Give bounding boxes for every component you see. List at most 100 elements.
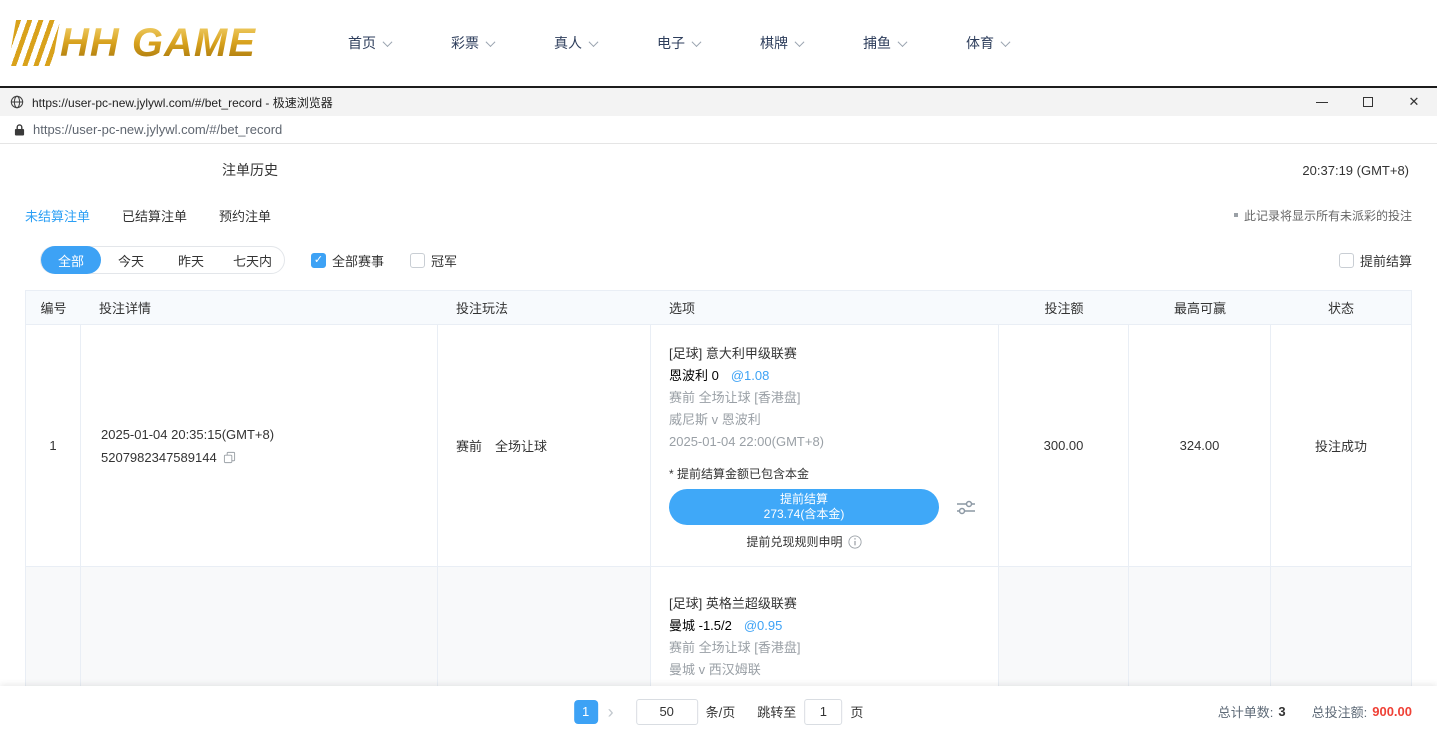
nav-item-label: 首页 <box>348 33 376 53</box>
record-note-text: 此记录将显示所有未派彩的投注 <box>1244 207 1412 224</box>
chevron-down-icon <box>383 37 393 47</box>
match-time: 2025-01-04 22:00(GMT+8) <box>669 431 986 453</box>
sliders-icon[interactable] <box>955 498 977 516</box>
nav-item-lottery[interactable]: 彩票 <box>451 33 494 53</box>
copy-icon[interactable] <box>223 451 236 464</box>
page-number-button[interactable]: 1 <box>574 700 598 724</box>
date-pill-yesterday[interactable]: 昨天 <box>161 246 221 274</box>
chevron-down-icon <box>692 37 702 47</box>
page-size-input[interactable] <box>636 699 698 725</box>
tab-reserved[interactable]: 预约注单 <box>219 206 271 225</box>
info-icon[interactable] <box>848 535 862 549</box>
bet-no: 1 <box>26 325 81 566</box>
nav-item-fishing[interactable]: 捕鱼 <box>863 33 906 53</box>
page-content: 注单历史 20:37:19 (GMT+8) 未结算注单 已结算注单 预约注单 此… <box>0 144 1437 737</box>
date-pill-7days[interactable]: 七天内 <box>221 246 284 274</box>
league-name: [足球] 英格兰超级联赛 <box>669 593 986 615</box>
checkbox-checked-icon: ✓ <box>311 253 326 268</box>
checkbox-unchecked-icon <box>1339 253 1354 268</box>
table-row: 1 2025-01-04 20:35:15(GMT+8) 52079823475… <box>26 325 1411 567</box>
bet-time: 2025-01-04 20:35:15(GMT+8) <box>101 427 437 442</box>
nav-item-label: 体育 <box>966 33 994 53</box>
bets-table: 编号 投注详情 投注玩法 选项 投注额 最高可赢 状态 1 2025-01-04… <box>25 290 1412 737</box>
all-events-label: 全部赛事 <box>332 251 384 270</box>
early-settle-checkbox[interactable]: 提前结算 <box>1339 251 1412 270</box>
date-pill-all[interactable]: 全部 <box>41 246 101 274</box>
bet-detail-cell: 2025-01-04 20:35:15(GMT+8) 5207982347589… <box>81 325 438 566</box>
tab-settled[interactable]: 已结算注单 <box>122 206 187 225</box>
header-detail: 投注详情 <box>81 291 438 324</box>
nav-item-live[interactable]: 真人 <box>554 33 597 53</box>
page-title: 注单历史 <box>222 160 278 180</box>
header-play: 投注玩法 <box>438 291 651 324</box>
nav-item-electronic[interactable]: 电子 <box>657 33 700 53</box>
record-note: 此记录将显示所有未派彩的投注 <box>1234 207 1412 224</box>
maximize-button[interactable] <box>1345 88 1391 116</box>
champion-checkbox[interactable]: 冠军 <box>410 251 457 270</box>
globe-icon <box>10 95 24 109</box>
minimize-icon <box>1316 102 1328 103</box>
header-option: 选项 <box>651 291 999 324</box>
current-time: 20:37:19 (GMT+8) <box>1302 163 1409 178</box>
nav-item-chess[interactable]: 棋牌 <box>760 33 803 53</box>
close-icon: ✕ <box>1409 94 1420 110</box>
early-settle-label: 提前结算 <box>1360 251 1412 270</box>
total-count-value: 3 <box>1278 704 1285 719</box>
tabs: 未结算注单 已结算注单 预约注单 <box>25 206 271 225</box>
window-title: https://user-pc-new.jylywl.com/#/bet_rec… <box>32 94 1299 111</box>
bet-amount: 300.00 <box>999 325 1129 566</box>
nav-item-sports[interactable]: 体育 <box>966 33 1009 53</box>
next-page-icon[interactable]: › <box>608 703 614 721</box>
bet-option-cell: [足球] 意大利甲级联赛 恩波利 0 @1.08 赛前 全场让球 [香港盘] 威… <box>651 325 999 566</box>
tabs-row: 未结算注单 已结算注单 预约注单 此记录将显示所有未派彩的投注 <box>0 202 1437 228</box>
max-win: 324.00 <box>1129 325 1271 566</box>
url-text: https://user-pc-new.jylywl.com/#/bet_rec… <box>33 122 282 137</box>
logo-stripes-icon <box>8 20 60 66</box>
match-name: 威尼斯 v 恩波利 <box>669 409 986 431</box>
minimize-button[interactable] <box>1299 88 1345 116</box>
chevron-down-icon <box>1001 37 1011 47</box>
market-type: 赛前 全场让球 [香港盘] <box>669 637 986 659</box>
market-type: 赛前 全场让球 [香港盘] <box>669 387 986 409</box>
date-pill-today[interactable]: 今天 <box>101 246 161 274</box>
close-button[interactable]: ✕ <box>1391 88 1437 116</box>
pick-name: 曼城 -1.5/2 <box>669 615 732 637</box>
checkbox-unchecked-icon <box>410 253 425 268</box>
total-amount-label: 总投注额: <box>1312 702 1368 721</box>
site-header: HH GAME 首页 彩票 真人 电子 棋牌 <box>0 0 1437 86</box>
pagination-controls: 1 › 条/页 跳转至 页 <box>574 699 864 725</box>
cashout-button[interactable]: 提前结算 273.74(含本金) <box>669 489 939 525</box>
jump-page-input[interactable] <box>804 699 842 725</box>
all-events-checkbox[interactable]: ✓ 全部赛事 <box>311 251 384 270</box>
odds-value: @1.08 <box>731 365 770 387</box>
bet-status: 投注成功 <box>1271 325 1411 566</box>
bet-play: 赛前 全场让球 <box>438 325 651 566</box>
chevron-down-icon <box>589 37 599 47</box>
league-name: [足球] 意大利甲级联赛 <box>669 343 986 365</box>
address-bar[interactable]: https://user-pc-new.jylywl.com/#/bet_rec… <box>0 116 1437 144</box>
nav-item-label: 电子 <box>657 33 685 53</box>
nav-item-label: 棋牌 <box>760 33 788 53</box>
page-unit-label: 页 <box>850 702 863 721</box>
cashout-rule-link[interactable]: 提前兑现规则申明 <box>669 533 939 550</box>
nav-item-home[interactable]: 首页 <box>348 33 391 53</box>
logo-text: HH GAME <box>60 21 256 66</box>
nav-item-label: 彩票 <box>451 33 479 53</box>
champion-label: 冠军 <box>431 251 457 270</box>
chevron-down-icon <box>486 37 496 47</box>
header-status: 状态 <box>1271 291 1411 324</box>
logo[interactable]: HH GAME <box>12 20 312 66</box>
pagination-bar: 1 › 条/页 跳转至 页 总计单数: 3 总投注额: 900.00 <box>0 686 1437 737</box>
lock-icon <box>14 123 25 136</box>
table-header-row: 编号 投注详情 投注玩法 选项 投注额 最高可赢 状态 <box>26 291 1411 325</box>
bet-id: 5207982347589144 <box>101 450 217 465</box>
date-filter-group: 全部 今天 昨天 七天内 <box>40 246 285 274</box>
page-head: 注单历史 20:37:19 (GMT+8) <box>0 144 1437 196</box>
header-amount: 投注额 <box>999 291 1129 324</box>
nav-item-label: 捕鱼 <box>863 33 891 53</box>
tab-unsettled[interactable]: 未结算注单 <box>25 206 90 225</box>
bullet-icon <box>1234 213 1238 217</box>
cashout-title: 提前结算 <box>780 492 828 507</box>
pick-name: 恩波利 0 <box>669 365 719 387</box>
odds-value: @0.95 <box>744 615 783 637</box>
